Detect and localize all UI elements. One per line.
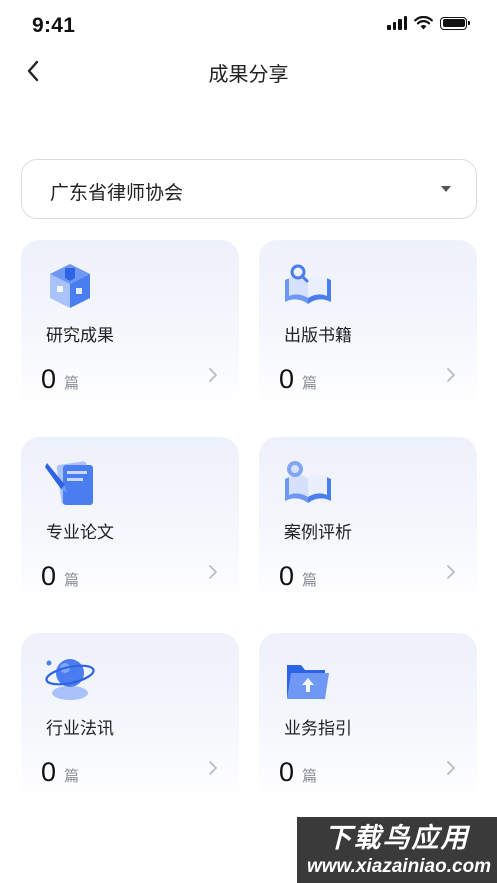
card-title: 研究成果 [46,326,114,346]
card-count-row: 0 篇 [41,561,79,592]
card-unit: 篇 [302,571,318,589]
chevron-right-icon [447,761,455,775]
card-unit: 篇 [64,374,80,392]
card-unit: 篇 [302,374,318,392]
card-industry-legal-news[interactable]: 行业法讯 0 篇 [21,633,239,803]
card-title: 案例评析 [284,523,352,543]
case-book-icon [285,461,331,503]
card-research-results[interactable]: 研究成果 0 篇 [21,240,239,410]
card-unit: 篇 [64,571,80,589]
research-cube-icon [50,264,90,308]
card-title: 专业论文 [46,523,114,543]
wifi-icon [414,16,433,30]
card-count-row: 0 篇 [279,364,317,395]
cellular-signal-icon [387,16,407,30]
card-professional-papers[interactable]: 专业论文 0 篇 [21,437,239,607]
open-book-icon [285,264,331,304]
card-count: 0 [41,757,57,787]
organization-select-value: 广东省律师协会 [50,182,184,204]
watermark: 下载鸟应用 www.xiazainiao.com [297,817,497,883]
card-count: 0 [279,561,295,591]
card-unit: 篇 [302,767,318,785]
card-count-row: 0 篇 [279,757,317,788]
chevron-right-icon [209,761,217,775]
chevron-right-icon [209,368,217,382]
card-business-guidance[interactable]: 业务指引 0 篇 [259,633,477,803]
page-title: 成果分享 [208,62,289,86]
chevron-right-icon [447,565,455,579]
watermark-title: 下载鸟应用 [324,823,470,854]
card-count: 0 [279,757,295,787]
card-count-row: 0 篇 [279,561,317,592]
card-count-row: 0 篇 [41,757,79,788]
card-unit: 篇 [64,767,80,785]
card-title: 业务指引 [284,719,352,739]
card-count: 0 [279,364,295,394]
card-count: 0 [41,561,57,591]
nav-bar: 成果分享 [0,52,497,92]
caret-down-icon [441,186,451,192]
folder-guide-icon [287,665,329,699]
card-title: 行业法讯 [46,719,114,739]
status-bar: 9:41 [0,0,497,52]
card-count-row: 0 篇 [41,364,79,395]
chevron-right-icon [447,368,455,382]
watermark-url: www.xiazainiao.com [307,856,492,877]
battery-icon [440,16,470,30]
organization-select[interactable]: 广东省律师协会 [21,159,477,219]
status-time: 9:41 [32,14,76,37]
card-published-books[interactable]: 出版书籍 0 篇 [259,240,477,410]
globe-news-icon [45,659,95,700]
chevron-right-icon [209,565,217,579]
status-icons [387,16,470,30]
card-count: 0 [41,364,57,394]
paper-pen-icon [45,461,93,505]
card-case-analysis[interactable]: 案例评析 0 篇 [259,437,477,607]
card-title: 出版书籍 [284,326,352,346]
